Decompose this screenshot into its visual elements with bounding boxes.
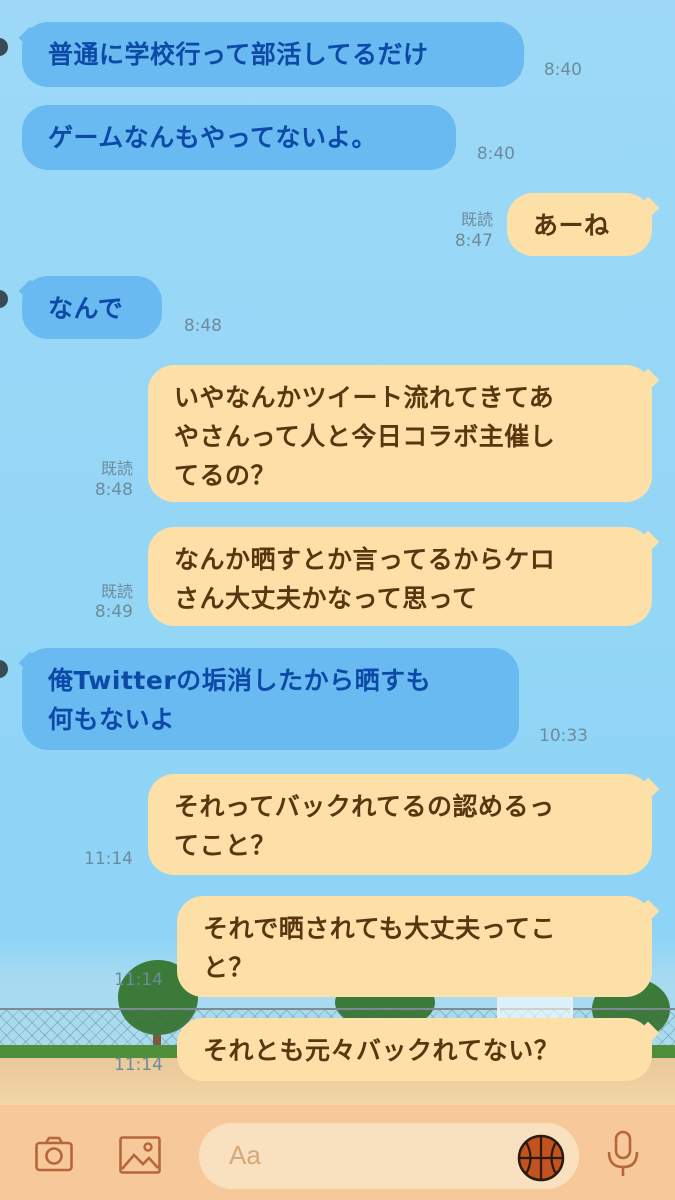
basketball-sticker-icon[interactable] <box>517 1134 565 1182</box>
camera-icon[interactable] <box>35 1136 73 1172</box>
message-bubble-outgoing[interactable]: それってバックれてるの認めるっ てこと？ <box>148 774 652 875</box>
microphone-icon[interactable] <box>605 1130 641 1178</box>
avatar[interactable] <box>0 660 8 678</box>
message-input-placeholder: Aa <box>229 1140 261 1170</box>
message-bubble-incoming[interactable]: 俺Twitterの垢消したから晒すも 何もないよ <box>22 648 519 750</box>
read-receipt: 既読 <box>100 582 133 601</box>
message-bubble-outgoing[interactable]: あーね <box>507 193 652 256</box>
message-time: 8:48 <box>94 480 133 500</box>
message-time: 11:14 <box>84 849 133 869</box>
message-bubble-incoming[interactable]: 普通に学校行って部活してるだけ <box>22 22 524 87</box>
message-time: 8:49 <box>94 602 133 622</box>
avatar[interactable] <box>0 290 8 308</box>
avatar[interactable] <box>0 38 8 56</box>
read-receipt: 既読 <box>460 210 493 229</box>
message-time: 8:40 <box>543 60 582 80</box>
message-bubble-incoming[interactable]: ゲームなんもやってないよ。 <box>22 105 456 170</box>
message-time: 11:14 <box>114 970 163 990</box>
message-time: 8:40 <box>476 144 515 164</box>
read-receipt: 既読 <box>100 459 133 478</box>
message-bubble-outgoing[interactable]: それとも元々バックれてない？ <box>177 1018 652 1081</box>
message-time: 11:14 <box>114 1055 163 1075</box>
message-time: 10:33 <box>539 726 588 746</box>
chat-area[interactable]: 普通に学校行って部活してるだけ 8:40 ゲームなんもやってないよ。 8:40 … <box>0 0 675 1105</box>
message-time: 8:47 <box>454 231 493 251</box>
message-bubble-outgoing[interactable]: いやなんかツイート流れてきてあ やさんって人と今日コラボ主催し てるの？ <box>148 365 652 502</box>
message-time: 8:48 <box>183 316 222 336</box>
message-bubble-incoming[interactable]: なんで <box>22 276 162 339</box>
message-bubble-outgoing[interactable]: それで晒されても大丈夫ってこ と？ <box>177 896 652 997</box>
image-icon[interactable] <box>119 1136 161 1174</box>
message-bubble-outgoing[interactable]: なんか晒すとか言ってるからケロ さん大丈夫かなって思って <box>148 527 652 626</box>
